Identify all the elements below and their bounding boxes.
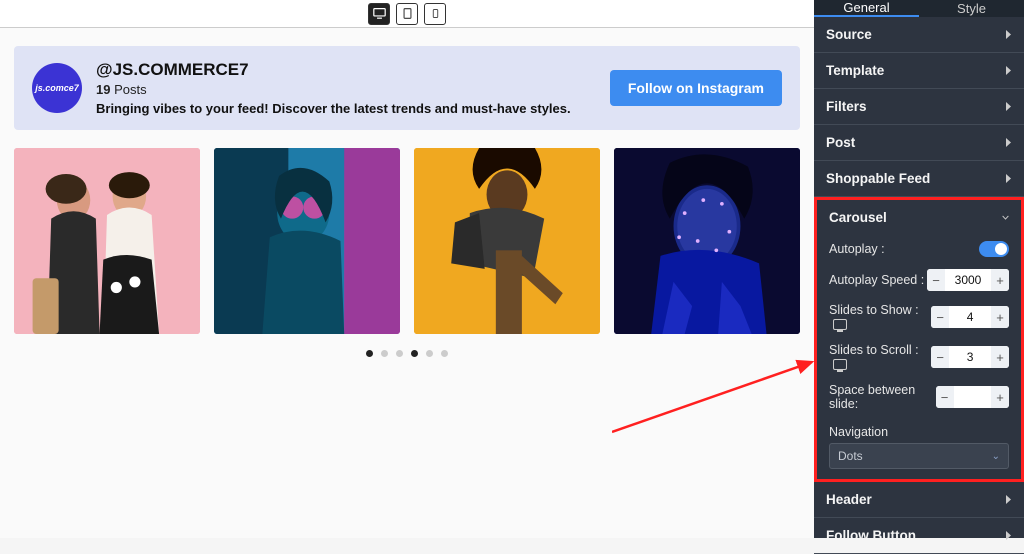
desktop-icon bbox=[833, 319, 847, 330]
slides-scroll-stepper[interactable]: − + bbox=[931, 346, 1009, 368]
desktop-icon bbox=[833, 359, 847, 370]
autoplay-toggle[interactable] bbox=[979, 241, 1009, 257]
dot[interactable] bbox=[366, 350, 373, 357]
increment-button[interactable]: + bbox=[991, 346, 1009, 368]
autoplay-speed-control: Autoplay Speed : − + bbox=[817, 263, 1021, 297]
decrement-button[interactable]: − bbox=[931, 306, 949, 328]
panel-header[interactable]: Header bbox=[814, 482, 1024, 518]
dot[interactable] bbox=[441, 350, 448, 357]
chevron-right-icon bbox=[1005, 173, 1012, 184]
space-between-control: Space between slide: − + bbox=[817, 377, 1021, 417]
profile-bio: Bringing vibes to your feed! Discover th… bbox=[96, 101, 596, 116]
chevron-right-icon bbox=[1005, 137, 1012, 148]
profile-avatar[interactable]: js.comce7 bbox=[32, 63, 82, 113]
panel-carousel-section: Carousel Autoplay : Autoplay Speed : − +… bbox=[814, 197, 1024, 482]
space-between-stepper[interactable]: − + bbox=[936, 386, 1009, 408]
chevron-right-icon bbox=[1005, 530, 1012, 541]
dot[interactable] bbox=[396, 350, 403, 357]
increment-button[interactable]: + bbox=[991, 386, 1009, 408]
tablet-device-button[interactable] bbox=[396, 3, 418, 25]
slides-show-control: Slides to Show : − + bbox=[817, 297, 1021, 337]
profile-handle[interactable]: @JS.COMMERCE7 bbox=[96, 60, 596, 80]
panel-shoppable[interactable]: Shoppable Feed bbox=[814, 161, 1024, 197]
desktop-device-button[interactable] bbox=[368, 3, 390, 25]
panel-template[interactable]: Template bbox=[814, 53, 1024, 89]
sidebar-tabs: General Style bbox=[814, 0, 1024, 17]
settings-sidebar: General Style Source Template Filters Po… bbox=[814, 0, 1024, 538]
space-between-input[interactable] bbox=[954, 390, 991, 404]
autoplay-speed-stepper[interactable]: − + bbox=[927, 269, 1009, 291]
device-bar bbox=[0, 0, 814, 28]
increment-button[interactable]: + bbox=[991, 306, 1009, 328]
carousel-slide[interactable] bbox=[414, 148, 600, 334]
preview-area: js.comce7 @JS.COMMERCE7 19 Posts Bringin… bbox=[0, 0, 814, 538]
panel-post[interactable]: Post bbox=[814, 125, 1024, 161]
dot[interactable] bbox=[411, 350, 418, 357]
panel-filters[interactable]: Filters bbox=[814, 89, 1024, 125]
navigation-label: Navigation bbox=[817, 417, 1021, 443]
slides-scroll-input[interactable] bbox=[949, 350, 991, 364]
feed-header: js.comce7 @JS.COMMERCE7 19 Posts Bringin… bbox=[14, 46, 800, 130]
autoplay-control: Autoplay : bbox=[817, 235, 1021, 263]
profile-info: @JS.COMMERCE7 19 Posts Bringing vibes to… bbox=[96, 60, 596, 116]
decrement-button[interactable]: − bbox=[936, 386, 954, 408]
slides-scroll-control: Slides to Scroll : − + bbox=[817, 337, 1021, 377]
mobile-device-button[interactable] bbox=[424, 3, 446, 25]
dot[interactable] bbox=[426, 350, 433, 357]
panel-follow-button[interactable]: Follow Button bbox=[814, 518, 1024, 554]
chevron-down-icon: ⌄ bbox=[992, 451, 1000, 462]
slides-show-input[interactable] bbox=[949, 310, 991, 324]
chevron-right-icon bbox=[1005, 29, 1012, 40]
carousel-slide[interactable] bbox=[214, 148, 400, 334]
carousel-slide[interactable] bbox=[14, 148, 200, 334]
panel-source[interactable]: Source bbox=[814, 17, 1024, 53]
carousel-slide[interactable] bbox=[614, 148, 800, 334]
dot[interactable] bbox=[381, 350, 388, 357]
tab-general[interactable]: General bbox=[814, 0, 919, 17]
increment-button[interactable]: + bbox=[991, 269, 1009, 291]
carousel-track bbox=[14, 148, 800, 334]
carousel-dots bbox=[14, 350, 800, 357]
chevron-down-icon bbox=[1002, 212, 1009, 223]
canvas: js.comce7 @JS.COMMERCE7 19 Posts Bringin… bbox=[0, 28, 814, 538]
chevron-right-icon bbox=[1005, 101, 1012, 112]
tab-style[interactable]: Style bbox=[919, 0, 1024, 17]
decrement-button[interactable]: − bbox=[931, 346, 949, 368]
decrement-button[interactable]: − bbox=[927, 269, 945, 291]
chevron-right-icon bbox=[1005, 65, 1012, 76]
panel-carousel[interactable]: Carousel bbox=[817, 200, 1021, 235]
slides-show-stepper[interactable]: − + bbox=[931, 306, 1009, 328]
posts-count: 19 Posts bbox=[96, 82, 596, 97]
follow-button[interactable]: Follow on Instagram bbox=[610, 70, 782, 106]
chevron-right-icon bbox=[1005, 494, 1012, 505]
autoplay-speed-input[interactable] bbox=[945, 273, 991, 287]
navigation-select[interactable]: Dots ⌄ bbox=[829, 443, 1009, 469]
